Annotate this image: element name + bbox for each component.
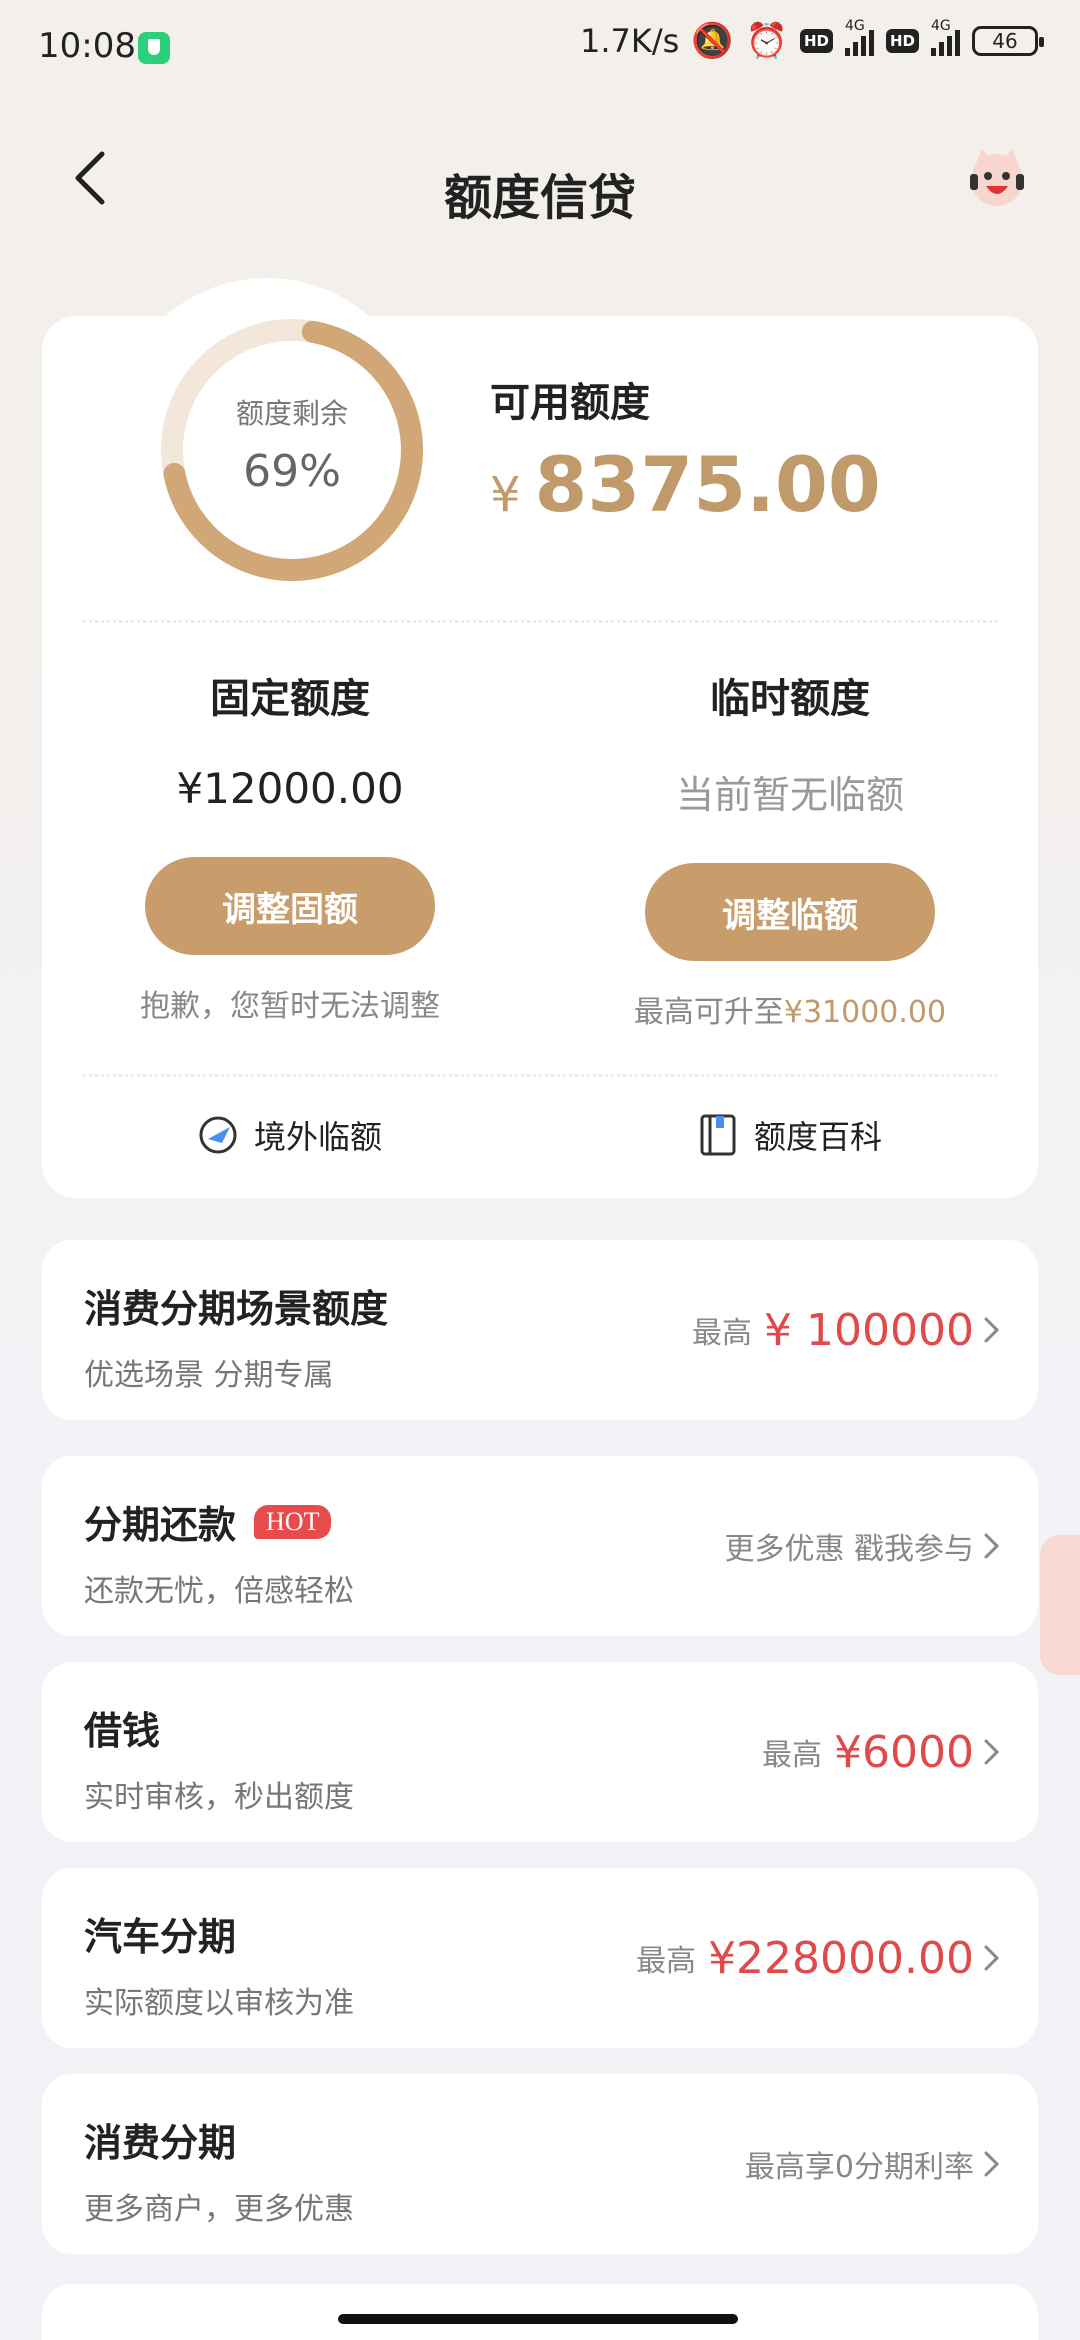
temp-note-amount: ¥31000.00: [783, 995, 947, 1030]
mascot-assistant-icon[interactable]: [962, 144, 1032, 214]
available-value: 8375.00: [534, 440, 881, 529]
list-item-right: 最高 ¥6000: [762, 1662, 974, 1842]
fixed-quota-column: 固定额度 ¥12000.00 调整固额 抱歉，您暂时无法调整: [80, 666, 500, 1025]
security-shield-icon: [138, 32, 170, 64]
temp-quota-title: 临时额度: [710, 676, 870, 722]
list-item-title: 分期还款: [84, 1503, 237, 1547]
available-currency: ¥: [490, 467, 521, 523]
fixed-quota-note: 抱歉，您暂时无法调整: [140, 989, 440, 1024]
ring-percent: 69%: [243, 446, 341, 497]
list-item-consumer-installment[interactable]: 消费分期 更多商户，更多优惠 最高享0分期利率: [42, 2074, 1038, 2254]
divider: [82, 1074, 998, 1077]
network-type-1: 4G: [844, 18, 865, 34]
list-item-title: 汽车分期: [84, 1915, 237, 1959]
status-bar: 10:08 1.7K/s 🔕 ⏰ HD 4G HD 4G 46: [0, 0, 1080, 96]
plane-globe-icon: [199, 1116, 237, 1154]
quota-wiki-link[interactable]: 额度百科: [696, 1112, 882, 1158]
list-item-title: 消费分期: [84, 2121, 237, 2165]
hot-badge: HOT: [254, 1504, 332, 1539]
list-item-subtitle: 实际额度以审核为准: [84, 1986, 354, 2021]
list-item-right: 更多优惠 戳我参与: [724, 1456, 974, 1636]
list-item-subtitle: 更多商户，更多优惠: [84, 2192, 354, 2227]
chevron-right-icon: [982, 1662, 1002, 1842]
temp-quota-column: 临时额度 当前暂无临额 调整临额 最高可升至¥31000.00: [580, 666, 1000, 1031]
header: 额度信贷: [0, 128, 1080, 238]
chevron-right-icon: [982, 1240, 1002, 1420]
list-item-partial: [42, 2284, 1038, 2340]
list-item-right: 最高 ¥228000.00: [636, 1868, 974, 2048]
battery-icon: 46: [972, 26, 1044, 56]
list-item-prefix: 最高: [636, 1944, 697, 1979]
chevron-right-icon: [982, 1456, 1002, 1636]
book-icon: [700, 1114, 736, 1156]
hd-badge-2: HD: [885, 29, 919, 53]
fixed-quota-title: 固定额度: [210, 676, 370, 722]
list-item-subtitle: 还款无忧，倍感轻松: [84, 1574, 354, 1609]
ring-label: 额度剩余: [235, 397, 348, 430]
available-amount: ¥ 8375.00: [490, 440, 881, 529]
list-item-amount: ¥228000.00: [708, 1932, 974, 1984]
list-item-title-wrap: 分期还款 HOT: [84, 1494, 332, 1549]
page-title: 额度信贷: [443, 170, 636, 226]
list-item-subtitle: 优选场景 分期专属: [84, 1358, 334, 1393]
list-item-amount: ¥6000: [834, 1726, 974, 1778]
list-item-installment-repay[interactable]: 分期还款 HOT 还款无忧，倍感轻松 更多优惠 戳我参与: [42, 1456, 1038, 1636]
status-time: 10:08: [38, 26, 136, 66]
adjust-fixed-button[interactable]: 调整固额: [145, 857, 435, 955]
adjust-temp-button[interactable]: 调整临额: [645, 863, 935, 961]
list-item-prefix: 最高: [692, 1316, 753, 1351]
alarm-icon: ⏰: [745, 21, 788, 61]
list-item-promo: 更多优惠 戳我参与: [724, 1532, 974, 1567]
floating-promo-tab[interactable]: [1040, 1535, 1080, 1675]
overseas-quota-label: 境外临额: [254, 1118, 383, 1156]
network-type-2: 4G: [931, 18, 951, 34]
chevron-right-icon: [982, 2074, 1002, 2254]
quota-wiki-label: 额度百科: [754, 1118, 883, 1156]
available-label: 可用额度: [490, 380, 650, 426]
list-item-subtitle: 实时审核，秒出额度: [84, 1780, 354, 1815]
status-icons: 1.7K/s 🔕 ⏰ HD 4G HD 4G 46: [579, 18, 1044, 61]
mute-bell-icon: 🔕: [691, 21, 734, 61]
signal-2-icon: 4G: [931, 18, 960, 56]
list-item-title: 消费分期场景额度: [84, 1287, 389, 1331]
list-item-title: 借钱: [84, 1709, 161, 1753]
list-item-promo: 最高享0分期利率: [744, 2150, 974, 2185]
divider: [82, 620, 998, 623]
temp-quota-value: 当前暂无临额: [675, 773, 904, 817]
temp-note-prefix: 最高可升至: [633, 995, 784, 1030]
net-speed: 1.7K/s: [579, 22, 680, 60]
overseas-quota-link[interactable]: 境外临额: [196, 1112, 382, 1158]
hd-badge-1: HD: [799, 29, 833, 53]
signal-1-icon: 4G: [844, 18, 874, 56]
list-item-right: 最高 ¥ 100000: [692, 1240, 974, 1420]
fixed-quota-value: ¥12000.00: [176, 764, 404, 813]
chevron-right-icon: [982, 1868, 1002, 2048]
list-item-amount: ¥ 100000: [764, 1304, 974, 1356]
temp-quota-note: 最高可升至¥31000.00: [580, 987, 1000, 1031]
list-item-prefix: 最高: [762, 1738, 823, 1773]
list-item-car-installment[interactable]: 汽车分期 实际额度以审核为准 最高 ¥228000.00: [42, 1868, 1038, 2048]
home-indicator[interactable]: [338, 2314, 738, 2324]
list-item-borrow[interactable]: 借钱 实时审核，秒出额度 最高 ¥6000: [42, 1662, 1038, 1842]
list-item-right: 最高享0分期利率: [745, 2074, 974, 2254]
list-item-installment-scene[interactable]: 消费分期场景额度 优选场景 分期专属 最高 ¥ 100000: [42, 1240, 1038, 1420]
